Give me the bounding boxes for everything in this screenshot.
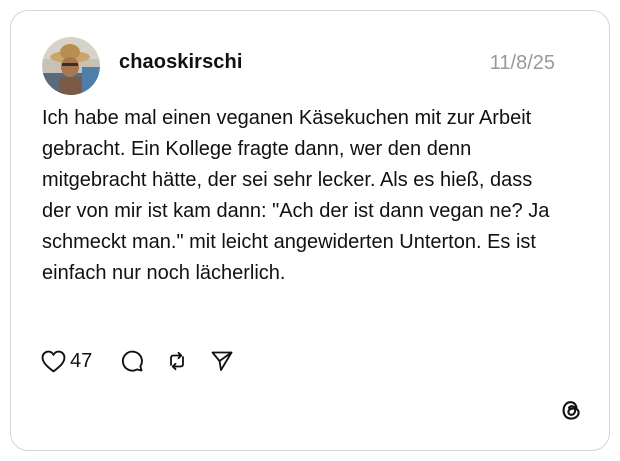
threads-logo-icon xyxy=(558,397,584,423)
avatar[interactable] xyxy=(42,37,100,95)
post-date: 11/8/25 xyxy=(489,52,555,74)
repost-button[interactable] xyxy=(165,349,189,373)
avatar-image xyxy=(42,37,100,95)
like-count: 47 xyxy=(70,349,93,372)
post-actions: 47 xyxy=(41,346,234,376)
heart-icon xyxy=(41,350,66,373)
share-button[interactable] xyxy=(210,349,234,373)
repost-arrows-icon xyxy=(165,349,189,373)
comment-button[interactable] xyxy=(120,349,144,373)
threads-post-card: chaoskirschi 11/8/25 Ich habe mal einen … xyxy=(10,10,610,451)
post-text: Ich habe mal einen veganen Käsekuchen mi… xyxy=(42,107,550,284)
like-button[interactable]: 47 xyxy=(41,350,92,373)
username[interactable]: chaoskirschi xyxy=(119,51,243,74)
speech-bubble-icon xyxy=(120,349,144,373)
paper-plane-icon xyxy=(210,349,234,373)
